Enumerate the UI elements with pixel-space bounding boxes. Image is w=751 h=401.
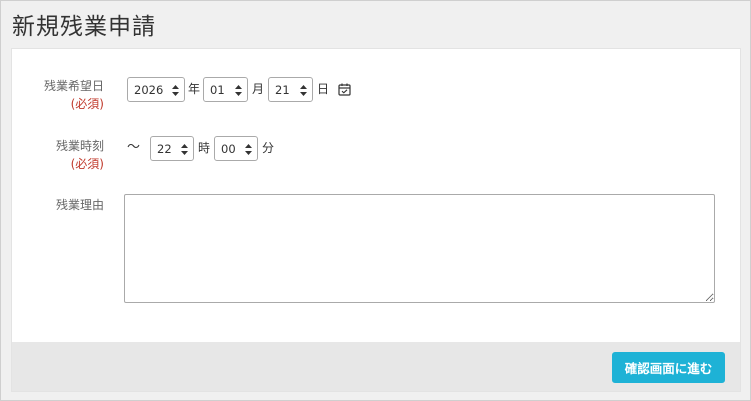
date-field-label: 残業希望日 (必須) (12, 77, 104, 113)
day-unit: 日 (317, 82, 330, 96)
month-unit: 月 (252, 82, 265, 96)
year-select[interactable]: 2026 (127, 77, 185, 102)
reason-field-label: 残業理由 (12, 196, 104, 214)
page-title: 新規残業申請 (12, 14, 156, 40)
hour-unit: 時 (198, 141, 211, 155)
minute-select[interactable]: 00 (214, 136, 258, 161)
sort-arrows-icon (172, 85, 179, 96)
time-required-mark: (必須) (70, 157, 104, 171)
time-prefix: 〜 (127, 140, 141, 155)
form-footer: 確認画面に進む (12, 342, 740, 391)
month-value: 01 (210, 82, 225, 97)
year-value: 2026 (134, 82, 164, 97)
time-field-label: 残業時刻 (必須) (12, 137, 104, 173)
hour-value: 22 (157, 141, 172, 156)
day-select[interactable]: 21 (268, 77, 313, 102)
minute-value: 00 (221, 141, 236, 156)
date-required-mark: (必須) (70, 97, 104, 111)
sort-arrows-icon (235, 85, 242, 96)
year-unit: 年 (188, 82, 201, 96)
month-select[interactable]: 01 (203, 77, 248, 102)
page-frame: 新規残業申請 残業希望日 (必須) 2026 年 01 月 21 日 残業時刻 … (0, 0, 751, 401)
hour-select[interactable]: 22 (150, 136, 194, 161)
minute-unit: 分 (262, 141, 275, 155)
sort-arrows-icon (245, 144, 252, 155)
time-label-text: 残業時刻 (55, 139, 104, 153)
calendar-icon[interactable] (338, 83, 351, 96)
sort-arrows-icon (300, 85, 307, 96)
sort-arrows-icon (181, 144, 188, 155)
day-value: 21 (275, 82, 290, 97)
form-card: 残業希望日 (必須) 2026 年 01 月 21 日 残業時刻 (必須) 〜 … (11, 48, 741, 392)
reason-textarea[interactable] (124, 194, 715, 303)
reason-label-text: 残業理由 (55, 198, 104, 212)
date-label-text: 残業希望日 (43, 79, 104, 93)
confirm-button[interactable]: 確認画面に進む (612, 352, 725, 383)
